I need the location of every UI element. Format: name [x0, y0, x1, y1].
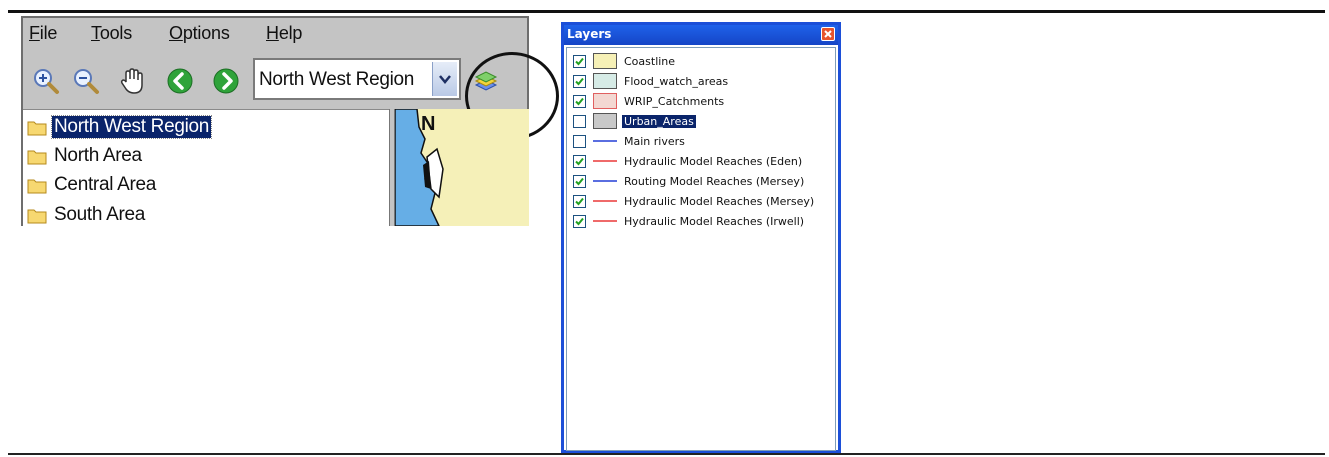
layers-panel: Layers Coastline Flood_watch_areas WRIP_Ca…	[561, 22, 841, 453]
layers-title-bar[interactable]: Layers	[564, 25, 838, 45]
checkmark-icon	[575, 57, 584, 65]
checkmark-icon	[575, 97, 584, 105]
layer-swatch	[593, 173, 617, 189]
layer-swatch	[593, 93, 617, 109]
back-button[interactable]	[165, 66, 195, 96]
layer-swatch	[593, 133, 617, 149]
layer-label: Coastline	[624, 54, 676, 68]
layer-row[interactable]: Main rivers	[573, 132, 687, 150]
layer-checkbox[interactable]	[573, 174, 586, 188]
layer-checkbox[interactable]	[573, 214, 586, 228]
chevron-down-icon	[439, 75, 451, 84]
zoom-out-button[interactable]	[71, 66, 101, 96]
layer-checkbox[interactable]	[573, 74, 586, 88]
layer-label: Hydraulic Model Reaches (Mersey)	[624, 194, 815, 208]
layer-label: Main rivers	[624, 134, 685, 148]
layer-checkbox[interactable]	[573, 54, 586, 68]
bottom-rule	[8, 453, 1325, 455]
app-window: File Tools Options Help North West Regio…	[21, 16, 559, 227]
forward-button[interactable]	[211, 66, 241, 96]
tree-item[interactable]: North Area	[27, 144, 144, 168]
region-select[interactable]: North West Region	[253, 58, 461, 100]
tree-item[interactable]: Central Area	[27, 173, 158, 197]
menu-help[interactable]: Help	[266, 23, 302, 44]
menu-options[interactable]: Options	[169, 23, 230, 44]
layer-row[interactable]: WRIP_Catchments	[573, 92, 726, 110]
checkmark-icon	[575, 77, 584, 85]
folder-icon	[27, 179, 47, 193]
layer-row[interactable]: Urban_Areas	[573, 112, 696, 130]
tree-item[interactable]: South Area	[27, 203, 147, 227]
close-icon	[824, 30, 832, 38]
layer-label: Hydraulic Model Reaches (Irwell)	[624, 214, 805, 228]
region-select-value: North West Region	[259, 69, 415, 90]
layers-close-button[interactable]	[821, 27, 835, 41]
menu-tools[interactable]: Tools	[91, 23, 132, 44]
layer-row[interactable]: Hydraulic Model Reaches (Eden)	[573, 152, 804, 170]
tree-item-label: South Area	[54, 204, 146, 225]
layer-row[interactable]: Flood_watch_areas	[573, 72, 730, 90]
layer-label: Urban_Areas	[622, 114, 696, 128]
layer-swatch	[593, 213, 617, 229]
menu-file[interactable]: File	[29, 23, 57, 44]
layer-row[interactable]: Hydraulic Model Reaches (Irwell)	[573, 212, 806, 230]
layer-label: Flood_watch_areas	[624, 74, 729, 88]
menu-bar: File Tools Options Help	[23, 18, 527, 52]
checkmark-icon	[575, 197, 584, 205]
pan-button[interactable]	[117, 66, 147, 96]
checkmark-icon	[575, 217, 584, 225]
region-select-dropdown-button[interactable]	[432, 62, 457, 96]
folder-icon	[27, 121, 47, 135]
map-coastline-graphic	[395, 109, 444, 226]
layer-swatch	[593, 153, 617, 169]
layer-checkbox[interactable]	[573, 194, 586, 208]
zoom-in-icon	[34, 69, 59, 94]
layer-swatch	[593, 113, 617, 129]
layer-swatch	[593, 193, 617, 209]
checkmark-icon	[575, 157, 584, 165]
folder-icon	[27, 150, 47, 164]
layers-title: Layers	[567, 27, 612, 41]
layer-row[interactable]: Coastline	[573, 52, 677, 70]
checkmark-icon	[575, 177, 584, 185]
back-arrow-icon	[167, 68, 193, 94]
folder-icon	[27, 209, 47, 223]
layer-checkbox[interactable]	[573, 154, 586, 168]
layer-swatch	[593, 53, 617, 69]
layer-label: Hydraulic Model Reaches (Eden)	[624, 154, 803, 168]
tree-item[interactable]: North West Region	[27, 115, 213, 139]
tree-item-label: Central Area	[54, 174, 157, 195]
zoom-in-button[interactable]	[31, 66, 61, 96]
layers-list: Coastline Flood_watch_areas WRIP_Catchment…	[566, 47, 836, 451]
map-view[interactable]: N	[395, 109, 529, 226]
forward-arrow-icon	[213, 68, 239, 94]
layer-swatch	[593, 73, 617, 89]
layer-checkbox[interactable]	[573, 94, 586, 108]
north-arrow-label: N	[421, 113, 436, 135]
layer-label: Routing Model Reaches (Mersey)	[624, 174, 805, 188]
top-rule	[8, 10, 1325, 13]
layer-checkbox[interactable]	[573, 114, 586, 128]
layer-row[interactable]: Hydraulic Model Reaches (Mersey)	[573, 192, 816, 210]
tree-item-label: North Area	[54, 145, 142, 166]
layer-label: WRIP_Catchments	[624, 94, 725, 108]
tree-item-label: North West Region	[50, 115, 213, 139]
layer-row[interactable]: Routing Model Reaches (Mersey)	[573, 172, 806, 190]
region-tree: North West Region North Area Central Are…	[23, 109, 389, 227]
toolbar: North West Region	[23, 56, 527, 108]
zoom-out-icon	[74, 69, 99, 94]
layer-checkbox[interactable]	[573, 134, 586, 148]
pan-hand-icon	[120, 68, 143, 94]
